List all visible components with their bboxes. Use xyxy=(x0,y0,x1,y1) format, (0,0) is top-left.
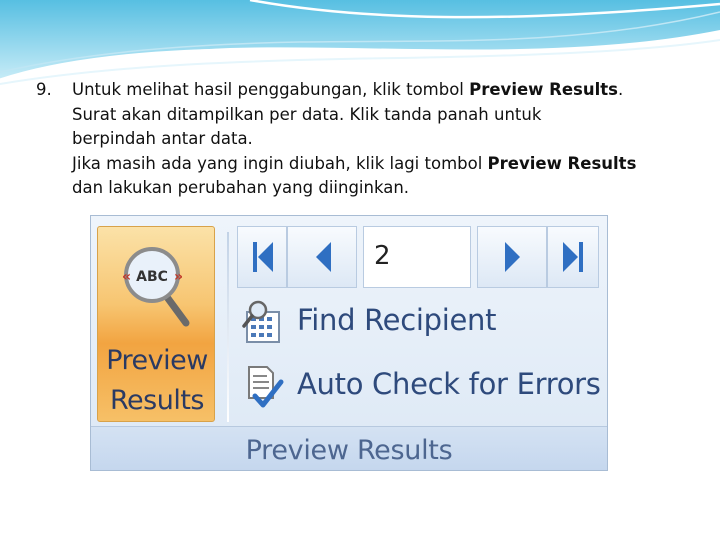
find-recipient-label: Find Recipient xyxy=(297,303,497,337)
svg-text:«: « xyxy=(122,269,131,285)
next-record-icon xyxy=(505,242,520,272)
ribbon-group-label: Preview Results xyxy=(91,426,607,470)
instruction-line-4: Jika masih ada yang ingin diubah, klik l… xyxy=(72,153,637,173)
preview-results-ribbon-group: ABC « » Preview Results 2 Find Recipient… xyxy=(90,215,608,471)
instruction-line-1: Untuk melihat hasil penggabungan, klik t… xyxy=(72,80,624,99)
svg-text:ABC: ABC xyxy=(136,269,168,285)
instruction-step: 9. Untuk melihat hasil penggabungan, kli… xyxy=(36,78,706,201)
preview-results-emphasis: Preview Results xyxy=(469,80,618,99)
header-wave-decoration xyxy=(0,0,720,85)
find-recipient-icon xyxy=(242,300,280,343)
preview-results-emphasis: Preview Results xyxy=(487,153,637,173)
magnifier-abc-icon: ABC « » xyxy=(122,247,190,327)
auto-check-icon xyxy=(248,366,284,408)
next-record-button[interactable] xyxy=(477,226,547,288)
first-record-button[interactable] xyxy=(237,226,287,288)
svg-text:»: » xyxy=(174,269,183,285)
record-number-field[interactable]: 2 xyxy=(363,226,471,288)
instruction-line-2: Surat akan ditampilkan per data. Klik ta… xyxy=(72,104,542,124)
last-record-button[interactable] xyxy=(547,226,599,288)
step-number: 9. xyxy=(36,80,52,99)
instruction-line-3: berpindah antar data. xyxy=(72,129,253,148)
last-record-icon xyxy=(563,242,583,272)
first-record-icon xyxy=(253,242,273,272)
auto-check-label: Auto Check for Errors xyxy=(297,367,601,401)
group-separator xyxy=(227,232,229,422)
previous-record-button[interactable] xyxy=(287,226,357,288)
previous-record-icon xyxy=(316,242,331,272)
instruction-line-5: dan lakukan perubahan yang diinginkan. xyxy=(72,178,410,197)
group-label-text: Preview Results xyxy=(245,435,453,466)
preview-results-button[interactable]: ABC « » Preview Results xyxy=(97,226,215,422)
record-number-value: 2 xyxy=(374,241,391,271)
preview-results-label-line1: Preview xyxy=(106,345,208,376)
preview-results-label-line2: Results xyxy=(110,385,205,416)
